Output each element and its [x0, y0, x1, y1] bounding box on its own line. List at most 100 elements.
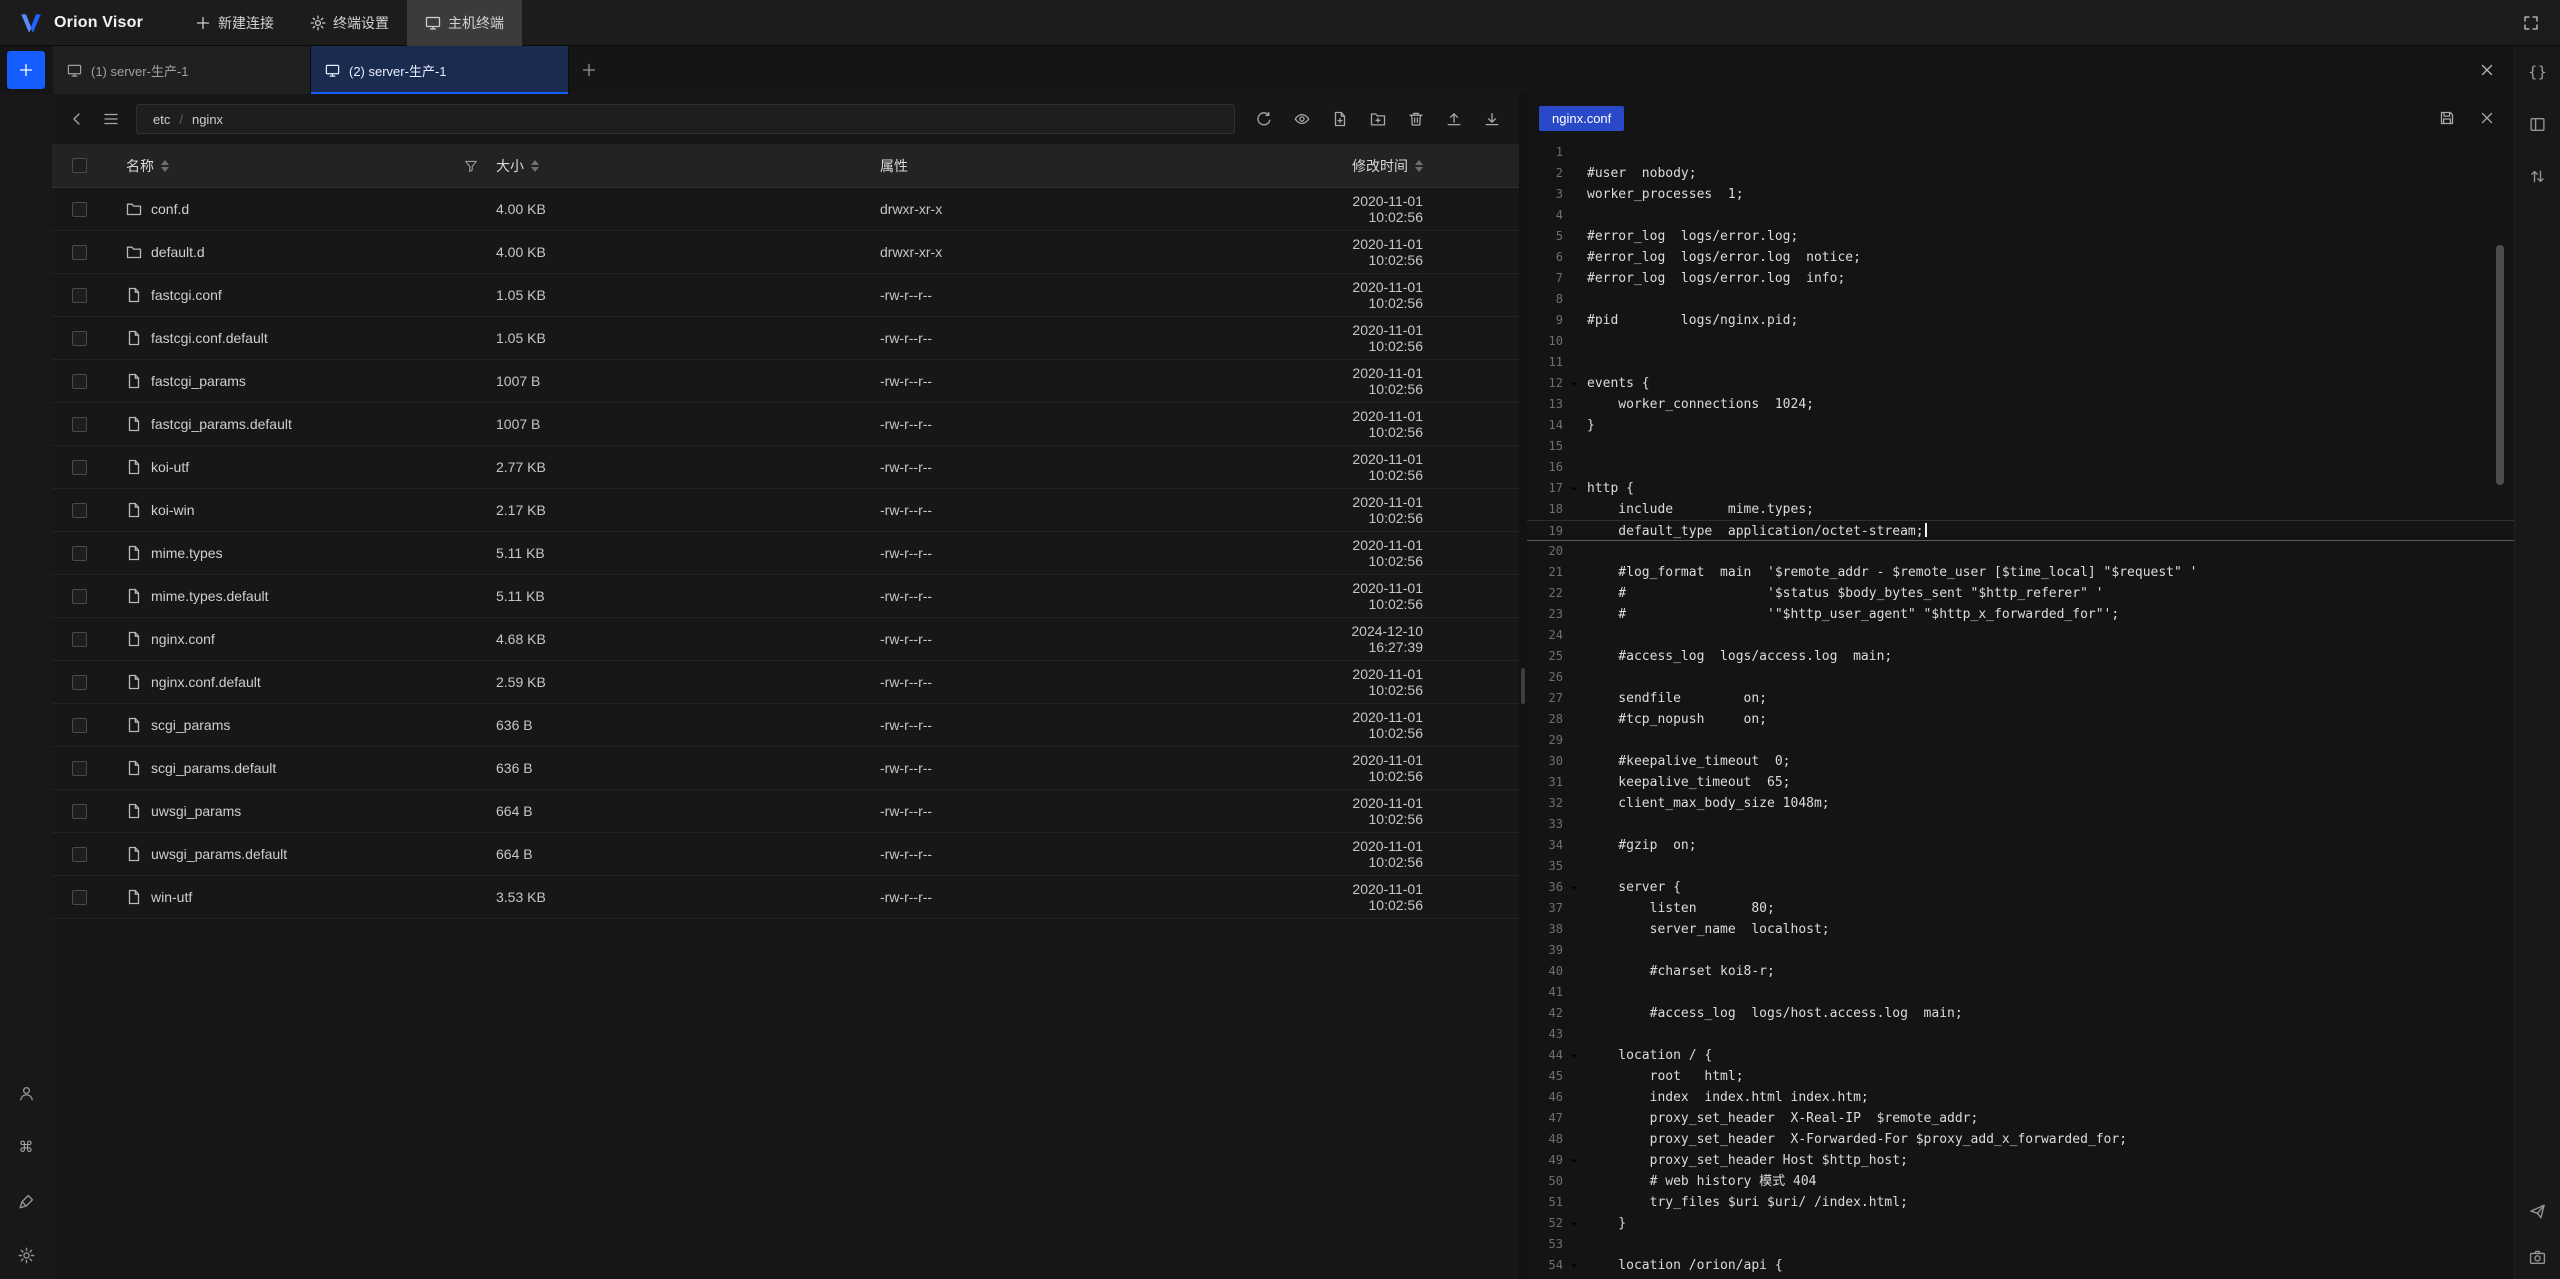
row-checkbox[interactable] — [72, 460, 87, 475]
file-name[interactable]: scgi_params — [151, 717, 230, 733]
row-checkbox[interactable] — [72, 589, 87, 604]
table-row[interactable]: default.d4.00 KBdrwxr-xr-x2020-11-01 10:… — [52, 231, 1519, 274]
table-row[interactable]: scgi_params.default636 B-rw-r--r--2020-1… — [52, 747, 1519, 790]
close-editor-icon[interactable] — [2476, 107, 2498, 129]
panel-splitter[interactable] — [1519, 94, 1527, 1279]
breadcrumb-segment[interactable]: etc — [153, 112, 170, 127]
table-row[interactable]: nginx.conf.default2.59 KB-rw-r--r--2020-… — [52, 661, 1519, 704]
sort-time-control[interactable] — [1415, 160, 1423, 172]
add-tab-button[interactable] — [581, 62, 597, 78]
back-icon[interactable] — [64, 106, 90, 132]
row-checkbox[interactable] — [72, 417, 87, 432]
file-name[interactable]: fastcgi_params.default — [151, 416, 292, 432]
file-panel-icon[interactable] — [2526, 112, 2550, 136]
table-row[interactable]: koi-utf2.77 KB-rw-r--r--2020-11-01 10:02… — [52, 446, 1519, 489]
file-name[interactable]: koi-win — [151, 502, 195, 518]
row-checkbox[interactable] — [72, 503, 87, 518]
file-name[interactable]: fastcgi_params — [151, 373, 246, 389]
transfer-icon[interactable] — [2526, 164, 2550, 188]
table-row[interactable]: nginx.conf4.68 KB-rw-r--r--2024-12-10 16… — [52, 618, 1519, 661]
download-icon[interactable] — [1479, 106, 1505, 132]
fold-marker-icon[interactable] — [1563, 1045, 1585, 1066]
row-checkbox[interactable] — [72, 890, 87, 905]
row-checkbox[interactable] — [72, 632, 87, 647]
refresh-icon[interactable] — [1251, 106, 1277, 132]
settings-icon[interactable] — [14, 1243, 38, 1267]
menu-item-host-terminal[interactable]: 主机终端 — [407, 0, 522, 46]
row-checkbox[interactable] — [72, 804, 87, 819]
splitter-handle[interactable] — [1521, 668, 1525, 704]
preview-icon[interactable] — [1289, 106, 1315, 132]
row-checkbox[interactable] — [72, 718, 87, 733]
sort-name-control[interactable] — [161, 160, 169, 172]
table-row[interactable]: uwsgi_params664 B-rw-r--r--2020-11-01 10… — [52, 790, 1519, 833]
filter-icon[interactable] — [464, 159, 478, 173]
fold-marker-icon[interactable] — [1563, 373, 1585, 394]
table-row[interactable]: koi-win2.17 KB-rw-r--r--2020-11-01 10:02… — [52, 489, 1519, 532]
table-row[interactable]: mime.types.default5.11 KB-rw-r--r--2020-… — [52, 575, 1519, 618]
row-checkbox[interactable] — [72, 847, 87, 862]
breadcrumb-segment[interactable]: nginx — [192, 112, 223, 127]
row-checkbox[interactable] — [72, 288, 87, 303]
row-checkbox[interactable] — [72, 374, 87, 389]
code-icon[interactable]: {} — [2526, 60, 2550, 84]
close-right-panel-icon[interactable] — [2474, 57, 2500, 83]
terminal-tab[interactable]: (2) server-生产-1 — [311, 46, 569, 94]
send-icon[interactable] — [2526, 1199, 2550, 1223]
fold-marker-icon[interactable] — [1563, 478, 1585, 499]
fold-marker-icon[interactable] — [1563, 1150, 1585, 1171]
shortcuts-icon[interactable]: ⌘ — [14, 1135, 38, 1159]
code-editor[interactable]: 12#user nobody;3worker_processes 1;45#er… — [1527, 142, 2514, 1279]
save-file-icon[interactable] — [2436, 107, 2458, 129]
file-name[interactable]: mime.types — [151, 545, 223, 561]
table-row[interactable]: fastcgi_params.default1007 B-rw-r--r--20… — [52, 403, 1519, 446]
table-row[interactable]: uwsgi_params.default664 B-rw-r--r--2020-… — [52, 833, 1519, 876]
file-name[interactable]: uwsgi_params — [151, 803, 241, 819]
fold-marker-icon[interactable] — [1563, 877, 1585, 898]
file-name[interactable]: scgi_params.default — [151, 760, 276, 776]
table-row[interactable]: conf.d4.00 KBdrwxr-xr-x2020-11-01 10:02:… — [52, 188, 1519, 231]
file-name[interactable]: mime.types.default — [151, 588, 269, 604]
menu-item-terminal-settings[interactable]: 终端设置 — [292, 0, 407, 46]
row-checkbox[interactable] — [72, 202, 87, 217]
file-name[interactable]: nginx.conf.default — [151, 674, 261, 690]
row-checkbox[interactable] — [72, 761, 87, 776]
table-row[interactable]: mime.types5.11 KB-rw-r--r--2020-11-01 10… — [52, 532, 1519, 575]
fullscreen-icon[interactable] — [2518, 10, 2544, 36]
fold-marker-icon[interactable] — [1563, 1213, 1585, 1234]
table-row[interactable]: fastcgi.conf1.05 KB-rw-r--r--2020-11-01 … — [52, 274, 1519, 317]
table-row[interactable]: win-utf3.53 KB-rw-r--r--2020-11-01 10:02… — [52, 876, 1519, 919]
editor-scrollbar-thumb[interactable] — [2496, 245, 2504, 485]
row-checkbox[interactable] — [72, 546, 87, 561]
file-name[interactable]: default.d — [151, 244, 205, 260]
row-checkbox[interactable] — [72, 245, 87, 260]
select-all-checkbox[interactable] — [72, 158, 87, 173]
new-file-icon[interactable] — [1327, 106, 1353, 132]
upload-icon[interactable] — [1441, 106, 1467, 132]
fold-marker-icon[interactable] — [1563, 1255, 1585, 1276]
theme-icon[interactable] — [14, 1189, 38, 1213]
table-row[interactable]: fastcgi.conf.default1.05 KB-rw-r--r--202… — [52, 317, 1519, 360]
sort-size-control[interactable] — [531, 160, 539, 172]
file-name[interactable]: fastcgi.conf.default — [151, 330, 268, 346]
file-name[interactable]: uwsgi_params.default — [151, 846, 287, 862]
file-name[interactable]: fastcgi.conf — [151, 287, 222, 303]
file-name[interactable]: nginx.conf — [151, 631, 215, 647]
row-checkbox[interactable] — [72, 675, 87, 690]
file-name[interactable]: win-utf — [151, 889, 192, 905]
row-checkbox[interactable] — [72, 331, 87, 346]
menu-item-new-connection[interactable]: 新建连接 — [177, 0, 292, 46]
file-name[interactable]: koi-utf — [151, 459, 189, 475]
new-folder-icon[interactable] — [1365, 106, 1391, 132]
list-view-icon[interactable] — [98, 106, 124, 132]
delete-icon[interactable] — [1403, 106, 1429, 132]
file-name[interactable]: conf.d — [151, 201, 189, 217]
terminal-tab[interactable]: (1) server-生产-1 — [53, 46, 311, 94]
table-row[interactable]: fastcgi_params1007 B-rw-r--r--2020-11-01… — [52, 360, 1519, 403]
editor-file-tab[interactable]: nginx.conf — [1539, 106, 1624, 131]
user-icon[interactable] — [14, 1081, 38, 1105]
table-row[interactable]: scgi_params636 B-rw-r--r--2020-11-01 10:… — [52, 704, 1519, 747]
breadcrumb[interactable]: etc/nginx — [136, 104, 1235, 134]
screenshot-icon[interactable] — [2526, 1245, 2550, 1269]
new-connection-button[interactable] — [7, 51, 45, 89]
